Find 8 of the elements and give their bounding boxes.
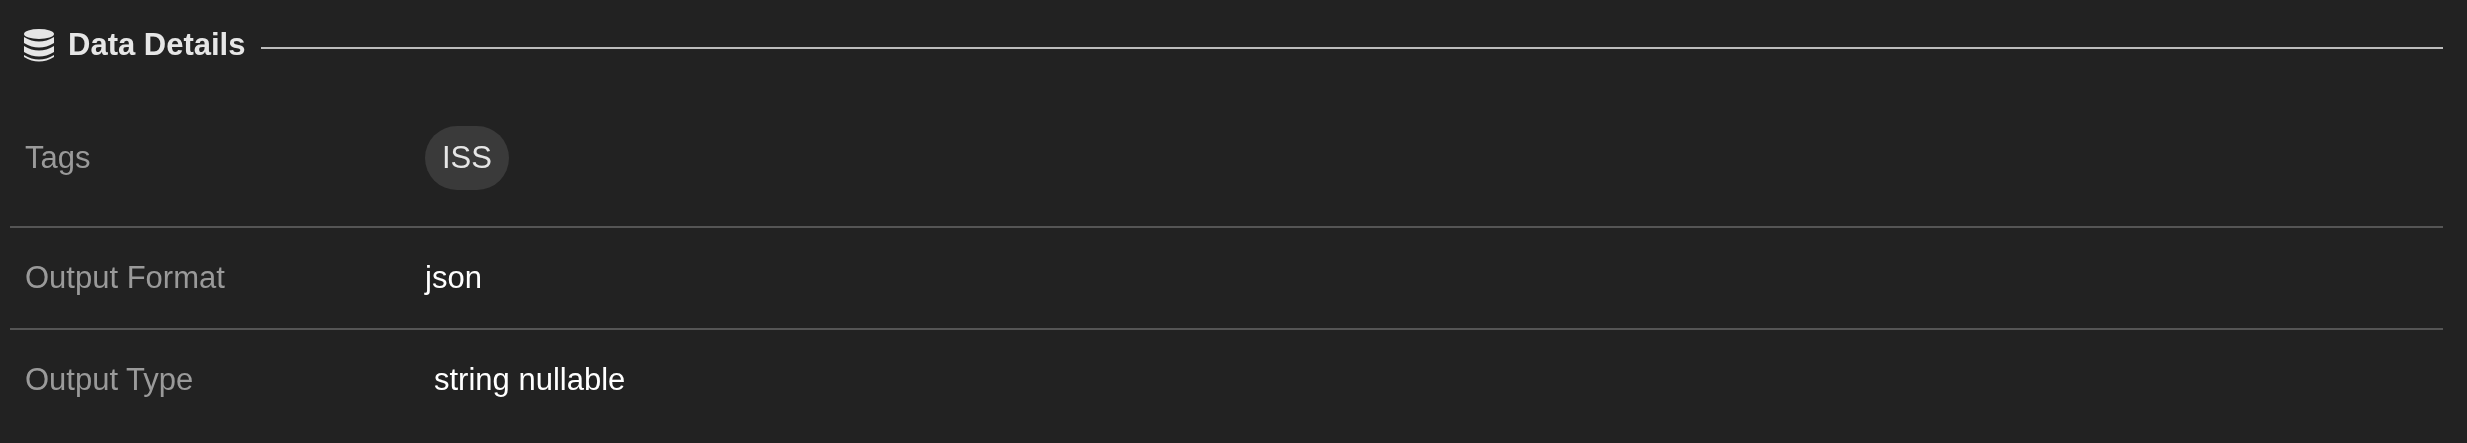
field-value: string nullable	[433, 362, 626, 397]
tag-chip: ISS	[425, 126, 509, 190]
field-label: Output Type	[24, 362, 195, 398]
field-label: Output Format	[24, 260, 226, 296]
section-title: Data Details	[68, 27, 246, 63]
field-label: Tags	[24, 140, 92, 176]
field-value: json	[425, 260, 482, 295]
database-icon	[24, 28, 54, 62]
